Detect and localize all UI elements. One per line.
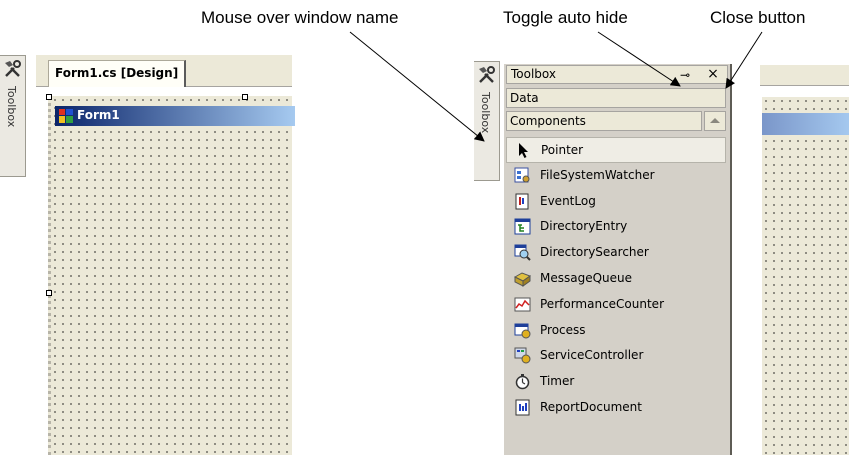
- background-form-titlebar: [762, 113, 849, 135]
- annotation-auto-hide: Toggle auto hide: [503, 8, 628, 27]
- toolbox-item-label: Process: [540, 322, 586, 337]
- toolbox-side-tab[interactable]: Toolbox: [474, 61, 500, 181]
- process-icon: [514, 323, 531, 339]
- directoryentry-icon: [514, 218, 531, 235]
- toolbox-item-label: ReportDocument: [540, 399, 642, 414]
- timer-icon: [515, 374, 530, 390]
- hammer-wrench-icon: [479, 66, 495, 83]
- toolbox-item-servicecontroller[interactable]: ServiceController: [506, 343, 726, 369]
- toolbox-item-filesystemwatcher[interactable]: FileSystemWatcher: [506, 163, 726, 189]
- toolbox-item-label: DirectoryEntry: [540, 219, 628, 234]
- toolbox-item-label: Timer: [540, 374, 575, 389]
- form1-titlebar[interactable]: Form1: [55, 106, 295, 126]
- messagequeue-icon: [514, 272, 531, 287]
- document-body: Form1: [36, 88, 295, 455]
- toolbox-item-directoryentry[interactable]: DirectoryEntry: [506, 214, 726, 240]
- toolbox-item-pointer[interactable]: Pointer: [506, 137, 726, 163]
- toolbox-titlebar[interactable]: Toolbox ⊸ ×: [506, 65, 728, 84]
- servicecontroller-icon: [514, 347, 531, 364]
- toolbox-window: Toolbox ⊸ × Data Components Pointer File…: [504, 64, 732, 455]
- form-icon: [59, 109, 73, 123]
- toolbox-item-process[interactable]: Process: [506, 318, 726, 344]
- category-data[interactable]: Data: [506, 88, 726, 108]
- toolbox-side-tab-label: Toolbox: [479, 92, 492, 134]
- hammer-wrench-icon: [5, 60, 21, 77]
- toolbox-expanded-view: Toolbox Toolbox ⊸ × Data Components Poin…: [474, 55, 849, 455]
- toolbox-items-list: Pointer FileSystemWatcher EventLog Direc…: [506, 137, 726, 421]
- annotation-window-name: Mouse over window name: [201, 8, 399, 27]
- background-tabstrip: [760, 65, 849, 86]
- background-design-surface: [762, 97, 849, 455]
- toolbox-item-label: FileSystemWatcher: [540, 167, 655, 182]
- toolbox-item-label: DirectorySearcher: [540, 245, 649, 260]
- pointer-icon: [519, 143, 528, 158]
- toolbox-item-timer[interactable]: Timer: [506, 369, 726, 395]
- toolbox-item-reportdocument[interactable]: ReportDocument: [506, 395, 726, 421]
- toolbox-item-label: MessageQueue: [540, 270, 633, 285]
- auto-hide-pin-icon[interactable]: ⊸: [677, 67, 693, 83]
- toolbox-item-label: Pointer: [541, 143, 584, 157]
- resize-handle-top-left[interactable]: [46, 94, 52, 100]
- arrow-up-icon: [710, 118, 720, 123]
- reportdocument-icon: [515, 399, 530, 416]
- arrow-window-name: [349, 31, 485, 142]
- directorysearcher-icon: [514, 244, 531, 261]
- designer-collapsed-view: Toolbox Form1.cs [Design] Form1: [0, 55, 295, 455]
- close-icon[interactable]: ×: [705, 66, 721, 82]
- toolbox-item-messagequeue[interactable]: MessageQueue: [506, 266, 726, 292]
- resize-handle-top-mid[interactable]: [242, 94, 248, 100]
- document-tabstrip: Form1.cs [Design]: [36, 55, 292, 87]
- toolbox-title: Toolbox: [511, 67, 556, 81]
- eventlog-icon: [515, 193, 529, 210]
- form-design-surface[interactable]: Form1: [48, 96, 295, 455]
- toolbox-item-directorysearcher[interactable]: DirectorySearcher: [506, 240, 726, 266]
- toolbox-item-label: EventLog: [540, 193, 596, 208]
- toolbox-item-performancecounter[interactable]: PerformanceCounter: [506, 292, 726, 318]
- toolbox-item-label: PerformanceCounter: [540, 296, 664, 311]
- toolbox-item-label: ServiceController: [540, 348, 644, 363]
- performancecounter-icon: [514, 297, 531, 312]
- category-components[interactable]: Components: [506, 111, 702, 131]
- tab-form1-design[interactable]: Form1.cs [Design]: [48, 60, 187, 87]
- toolbox-item-eventlog[interactable]: EventLog: [506, 189, 726, 215]
- filesystemwatcher-icon: [514, 167, 530, 183]
- resize-handle-mid-left[interactable]: [46, 290, 52, 296]
- form1-title: Form1: [77, 108, 120, 122]
- annotation-close-button: Close button: [710, 8, 806, 27]
- toolbox-side-tab-label: Toolbox: [5, 86, 18, 128]
- scroll-up-button[interactable]: [704, 111, 726, 131]
- toolbox-side-tab[interactable]: Toolbox: [0, 55, 26, 177]
